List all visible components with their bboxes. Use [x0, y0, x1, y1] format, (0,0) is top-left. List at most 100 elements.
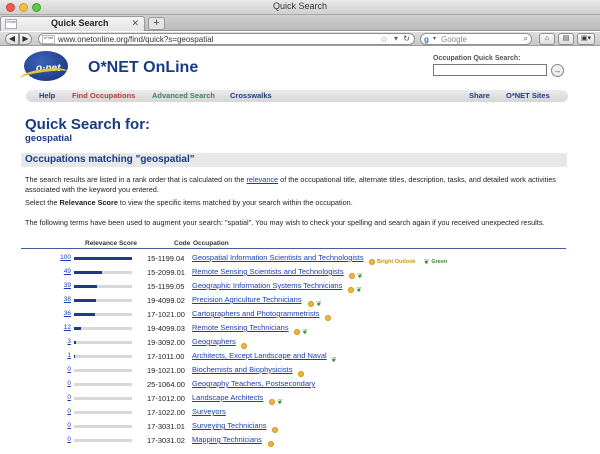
bright-outlook-icon[interactable] [268, 440, 274, 447]
bright-outlook-icon[interactable] [349, 272, 355, 279]
relevance-score-link[interactable]: 36 [57, 310, 71, 317]
relevance-score-link[interactable]: 0 [57, 422, 71, 429]
quick-search-go-button[interactable]: → [551, 64, 564, 77]
occupation-link[interactable]: Geography Teachers, Postsecondary [192, 379, 315, 388]
table-row: 100 15-1199.04 Geospatial Information Scie… [21, 252, 566, 266]
bright-outlook-icon[interactable] [269, 398, 275, 405]
bright-outlook-icon[interactable] [369, 258, 375, 265]
back-button[interactable]: ◀ [5, 33, 19, 45]
relevance-link[interactable]: relevance [246, 175, 278, 184]
relevance-score-link[interactable]: 1 [57, 352, 71, 359]
relevance-score-link[interactable]: 49 [57, 268, 71, 275]
occupation-link[interactable]: Cartographers and Photogrammetrists [192, 309, 320, 318]
bright-outlook-icon[interactable] [298, 370, 304, 377]
bookmarks-button[interactable]: ▤ [558, 33, 574, 45]
results-explanation: The search results are listed in a rank … [25, 175, 565, 195]
relevance-score-link[interactable]: 3 [57, 338, 71, 345]
menu-share[interactable]: Share [469, 91, 490, 100]
relevance-score-link[interactable]: 0 [57, 380, 71, 387]
green-leaf-icon[interactable]: ❦ [316, 300, 322, 308]
page-title: Quick Search for: [25, 116, 151, 133]
header-code[interactable]: Code [174, 240, 190, 247]
occupation-code: 17-1022.00 [147, 408, 185, 417]
occupation-link[interactable]: Geographic Information Systems Technicia… [192, 281, 342, 290]
menu-onet-sites[interactable]: O*NET Sites [506, 91, 550, 100]
results-explanation-text: The search results are listed in a rank … [25, 175, 247, 184]
tools-button[interactable]: ▣▾ [577, 33, 595, 45]
bright-outlook-icon[interactable] [294, 328, 300, 335]
occupation-link[interactable]: Remote Sensing Scientists and Technologi… [192, 267, 344, 276]
search-engine-dropdown-icon[interactable]: ▾ [433, 35, 436, 42]
relevance-score-link[interactable]: 38 [57, 296, 71, 303]
occupation-code: 17-3031.01 [147, 422, 185, 431]
green-leaf-icon[interactable]: ❦ [331, 356, 337, 364]
occupation-link[interactable]: Precision Agriculture Technicians [192, 295, 302, 304]
site-header: o·net O*NET OnLine Occupation Quick Sear… [18, 47, 570, 87]
menu-help[interactable]: Help [39, 91, 55, 100]
bright-outlook-icon[interactable] [325, 314, 331, 321]
bookmark-star-icon[interactable]: ☆ [380, 34, 388, 45]
bright-outlook-icon[interactable] [308, 300, 314, 307]
occupation-link[interactable]: Mapping Technicians [192, 435, 262, 444]
address-bar[interactable]: o*net www.onetonline.org/find/quick?s=ge… [38, 33, 415, 45]
occupation-code: 19-4099.03 [147, 324, 185, 333]
back-arrow-icon: ◀ [8, 34, 16, 43]
relevance-score-link[interactable]: 100 [57, 254, 71, 261]
header-relevance-score[interactable]: Relevance Score [85, 240, 137, 247]
occupation-code: 15-1199.04 [147, 254, 185, 263]
occupation-quick-search-label: Occupation Quick Search: [433, 55, 521, 62]
green-leaf-icon[interactable]: ❦ [424, 258, 430, 266]
site-favicon-icon: o*net [42, 35, 55, 44]
menu-find-occupations[interactable]: Find Occupations [72, 91, 135, 100]
header-occupation[interactable]: Occupation [193, 240, 229, 247]
occupation-quick-search-input[interactable] [433, 64, 547, 76]
menu-crosswalks[interactable]: Crosswalks [230, 91, 272, 100]
occupation-link[interactable]: Surveying Technicians [192, 421, 267, 430]
url-text[interactable]: www.onetonline.org/find/quick?s=geospati… [58, 35, 213, 44]
relevance-score-link[interactable]: 0 [57, 436, 71, 443]
occupation-badges: Bright Outlook ❦ Green [366, 253, 447, 266]
occupation-link[interactable]: Surveyors [192, 407, 226, 416]
home-button[interactable]: ⌂ [539, 33, 555, 45]
arrow-right-circle-icon: → [553, 66, 562, 75]
occupation-badges [295, 365, 304, 377]
occupation-code: 19-1021.00 [147, 366, 185, 375]
bright-outlook-icon[interactable] [348, 286, 354, 293]
web-search-box[interactable]: g ▾ Google ⌕ [420, 33, 532, 45]
green-leaf-icon[interactable]: ❦ [277, 398, 283, 406]
occupation-badges: ❦ [345, 281, 362, 294]
section-title: Occupations matching "geospatial" [25, 154, 195, 165]
relevance-instructions: Select the Relevance Score to view the s… [25, 198, 565, 208]
tab-close-icon[interactable]: ✕ [131, 18, 139, 29]
bright-outlook-icon[interactable] [241, 342, 247, 349]
reload-icon[interactable]: ↻ [403, 34, 410, 43]
bright-outlook-icon[interactable] [272, 426, 278, 433]
occupation-link[interactable]: Remote Sensing Technicians [192, 323, 289, 332]
relevance-score-link[interactable]: 0 [57, 394, 71, 401]
menu-advanced-search[interactable]: Advanced Search [152, 91, 215, 100]
new-tab-button[interactable]: + [148, 17, 165, 30]
green-leaf-icon[interactable]: ❦ [356, 286, 362, 294]
relevance-score-link[interactable]: 12 [57, 324, 71, 331]
occupation-link[interactable]: Biochemists and Biophysicists [192, 365, 292, 374]
site-title[interactable]: O*NET OnLine [88, 59, 198, 77]
relevance-bar-fill [74, 355, 75, 358]
occupation-code: 17-1011.00 [147, 352, 185, 361]
relevance-bar [74, 411, 132, 414]
relevance-score-link[interactable]: 0 [57, 408, 71, 415]
relevance-bar [74, 285, 132, 288]
green-leaf-icon[interactable]: ❦ [357, 272, 363, 280]
occupation-link[interactable]: Geographers [192, 337, 236, 346]
occupation-link[interactable]: Geospatial Information Scientists and Te… [192, 253, 364, 262]
green-leaf-icon[interactable]: ❦ [302, 328, 308, 336]
relevance-score-link[interactable]: 0 [57, 366, 71, 373]
tab-quick-search[interactable]: o*net Quick Search ✕ [0, 16, 145, 31]
forward-button[interactable]: ▶ [19, 33, 32, 45]
relevance-bar-fill [74, 271, 102, 274]
history-dropdown-icon[interactable]: ▾ [394, 34, 398, 43]
relevance-score-link[interactable]: 39 [57, 282, 71, 289]
occupation-link[interactable]: Landscape Architects [192, 393, 263, 402]
search-icon[interactable]: ⌕ [524, 34, 528, 44]
section-header: Occupations matching "geospatial" [21, 153, 567, 167]
occupation-link[interactable]: Architects, Except Landscape and Naval [192, 351, 327, 360]
